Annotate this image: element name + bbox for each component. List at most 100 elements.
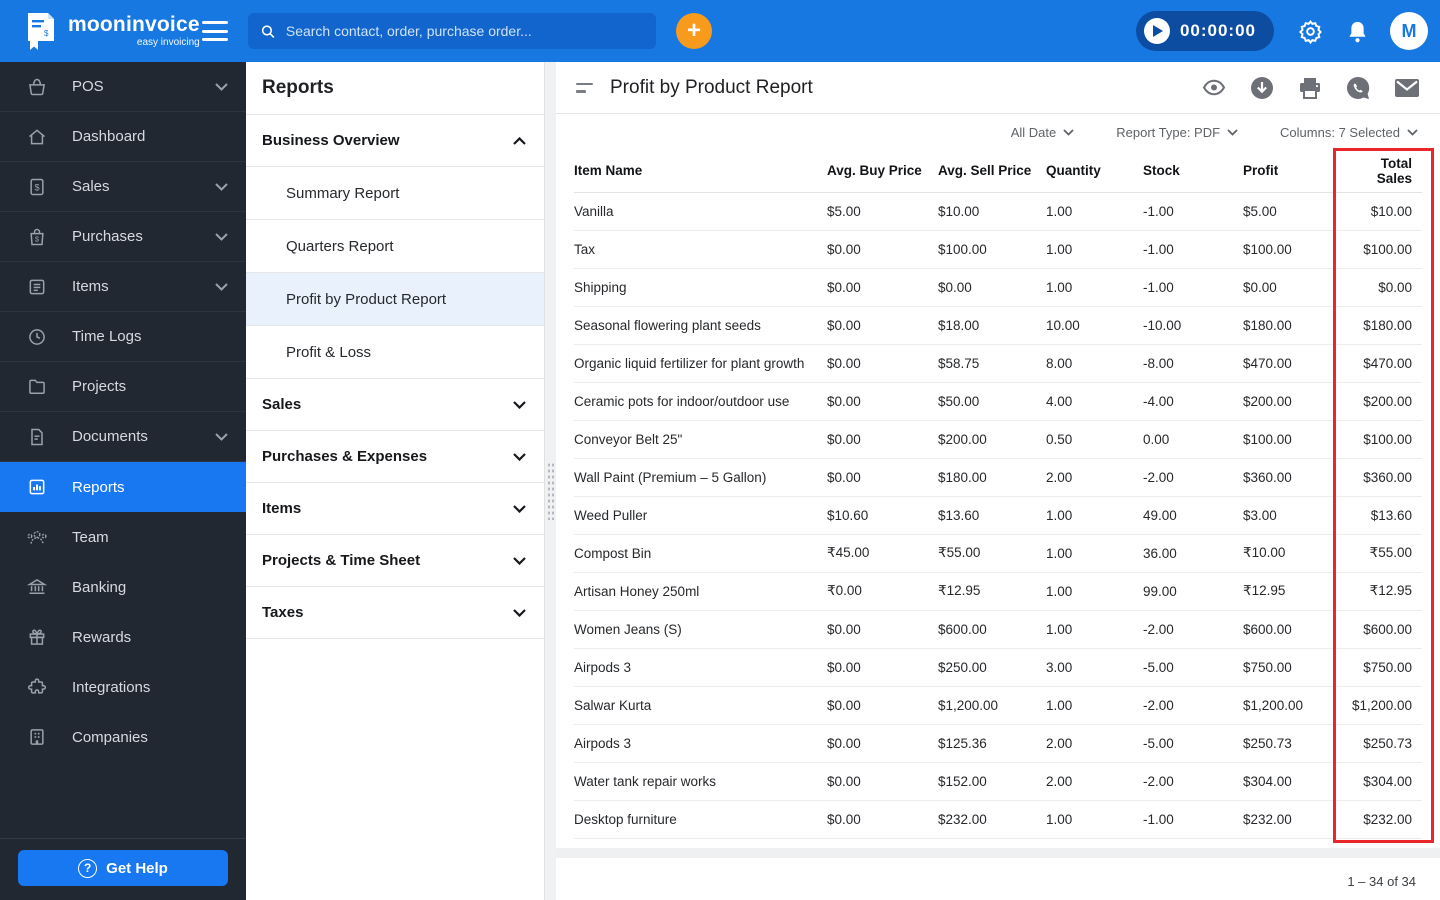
report-section-sales[interactable]: Sales [246,379,544,431]
column-header-avg-sell-price[interactable]: Avg. Sell Price [938,150,1046,193]
cell-item-name: Vanilla [574,192,827,231]
table-row: Ceramic pots for indoor/outdoor use $0.0… [574,382,1422,421]
team-people-icon [26,526,48,548]
cell-profit: $304.00 [1243,762,1347,801]
settings-gear-icon[interactable] [1298,19,1323,44]
cell-profit: $100.00 [1243,420,1347,459]
chevron-down-icon [513,452,526,461]
sidebar-item-integrations[interactable]: Integrations [0,662,246,712]
cell-avg-sell-price: ₹12.95 [938,572,1046,611]
sidebar-item-label: Team [72,528,109,546]
sidebar-item-companies[interactable]: Companies [0,712,246,762]
sidebar-item-rewards[interactable]: Rewards [0,612,246,662]
invoice-logo-icon: $ [28,13,54,50]
chevron-down-icon [215,282,228,291]
section-label: Sales [262,396,302,413]
sidebar-item-documents[interactable]: Documents [0,412,246,462]
table-row: Artisan Honey 250ml ₹0.00 ₹12.95 1.00 99… [574,572,1422,611]
column-header-quantity[interactable]: Quantity [1046,150,1143,193]
report-section-taxes[interactable]: Taxes [246,587,544,639]
report-section-purchases-expenses[interactable]: Purchases & Expenses [246,431,544,483]
cell-stock: 49.00 [1143,496,1243,535]
cell-avg-sell-price: $232.00 [938,800,1046,839]
report-item-quarters-report[interactable]: Quarters Report [246,220,544,273]
report-section-items[interactable]: Items [246,483,544,535]
notifications-bell-icon[interactable] [1347,20,1368,43]
print-icon[interactable] [1298,77,1322,99]
report-item-label: Profit by Product Report [286,290,447,308]
column-header-profit[interactable]: Profit [1243,150,1347,193]
sidebar-item-time-logs[interactable]: Time Logs [0,312,246,362]
report-item-profit-by-product[interactable]: Profit by Product Report [246,273,544,326]
search-input[interactable] [285,23,644,39]
section-label: Business Overview [262,132,400,149]
date-filter-label: All Date [1010,124,1057,140]
cell-total-sales: $232.00 [1347,800,1422,839]
page-title: Profit by Product Report [610,76,813,98]
puzzle-icon [26,676,48,698]
global-search[interactable] [248,13,656,49]
cell-quantity: 2.00 [1046,458,1143,497]
table-row: Shipping $0.00 $0.00 1.00 -1.00 $0.00 $0… [574,268,1422,307]
sidebar-item-reports[interactable]: Reports [0,462,246,512]
cell-avg-sell-price: $18.00 [938,306,1046,345]
columns-filter-label: Columns: 7 Selected [1280,124,1400,140]
sidebar-item-items[interactable]: Items [0,262,246,312]
svg-text:$: $ [44,29,49,38]
cell-profit: $600.00 [1243,610,1347,649]
sidebar-item-label: Dashboard [72,128,146,145]
column-header-item-name[interactable]: Item Name [574,150,827,193]
cell-item-name: Artisan Honey 250ml [574,572,827,611]
report-type-dropdown[interactable]: Report Type: PDF [1116,125,1238,140]
report-section-business-overview[interactable]: Business Overview [246,115,544,167]
cell-avg-sell-price: $1,200.00 [938,686,1046,725]
column-header-stock[interactable]: Stock [1143,150,1243,193]
section-label: Taxes [262,604,304,621]
preview-eye-icon[interactable] [1202,79,1226,96]
cell-quantity: 3.00 [1046,648,1143,687]
section-label: Projects & Time Sheet [262,552,421,569]
column-header-total-sales[interactable]: Total Sales [1347,150,1422,193]
columns-dropdown[interactable]: Columns: 7 Selected [1280,125,1418,140]
get-help-button[interactable]: ? Get Help [18,850,228,886]
timer-play-button[interactable] [1143,18,1170,44]
report-item-summary-report[interactable]: Summary Report [246,167,544,220]
sidebar-item-purchases[interactable]: $ Purchases [0,212,246,262]
quick-add-button[interactable]: + [676,13,712,49]
folder-icon [26,376,48,398]
cell-total-sales: $470.00 [1347,344,1422,383]
mail-icon[interactable] [1394,78,1420,98]
report-section-projects-time-sheet[interactable]: Projects & Time Sheet [246,535,544,587]
sidebar-item-sales[interactable]: $ Sales [0,162,246,212]
app-logo[interactable]: $ mooninvoice easy invoicing [0,11,200,51]
cell-total-sales: $200.00 [1347,382,1422,421]
report-item-profit-and-loss[interactable]: Profit & Loss [246,326,544,379]
sidebar-item-banking[interactable]: Banking [0,562,246,612]
panel-resizer[interactable] [545,62,556,900]
column-header-avg-buy-price[interactable]: Avg. Buy Price [827,150,938,193]
sort-lines-icon[interactable] [576,82,594,93]
cell-total-sales: ₹12.95 [1347,572,1422,611]
user-avatar[interactable]: M [1390,12,1428,50]
content-divider [556,847,1440,858]
sidebar-item-label: Sales [72,178,110,195]
cell-avg-sell-price: $10.00 [938,192,1046,231]
sidebar-item-label: Rewards [72,628,132,646]
menu-hamburger-icon[interactable] [202,21,228,41]
sidebar-item-dashboard[interactable]: Dashboard [0,112,246,162]
table-row: Compost Bin ₹45.00 ₹55.00 1.00 36.00 ₹10… [574,534,1422,573]
download-icon[interactable] [1250,76,1274,100]
cell-stock: -1.00 [1143,800,1243,839]
table-row: Organic liquid fertilizer for plant grow… [574,344,1422,383]
cell-item-name: Organic liquid fertilizer for plant grow… [574,344,827,383]
chevron-down-icon [215,182,228,191]
cell-stock: -4.00 [1143,382,1243,421]
sidebar-item-team[interactable]: Team [0,512,246,562]
sidebar-item-projects[interactable]: Projects [0,362,246,412]
cell-item-name: Airpods 3 [574,648,827,687]
date-filter-dropdown[interactable]: All Date [1011,125,1075,140]
cell-quantity: 1.00 [1046,686,1143,725]
whatsapp-icon[interactable] [1346,76,1370,100]
sidebar-item-pos[interactable]: POS [0,62,246,112]
table-row: Tax $0.00 $100.00 1.00 -1.00 $100.00 $10… [574,230,1422,269]
